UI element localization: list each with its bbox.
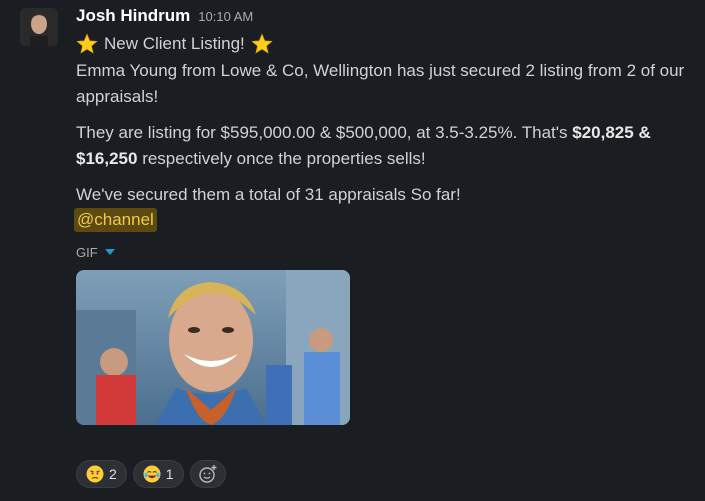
chevron-down-icon [104,249,115,255]
message-line-3: We've secured them a total of 31 apprais… [76,185,461,204]
reaction-count: 2 [109,466,117,482]
avatar[interactable] [20,8,58,46]
line2-suffix: respectively once the properties sells! [142,149,426,168]
reaction-pill[interactable]: 2 [76,460,127,488]
message-line-1: Emma Young from Lowe & Co, Wellington ha… [76,61,685,106]
reaction-count: 1 [165,466,174,482]
channel-mention[interactable]: @channel [74,208,157,232]
add-reaction-button[interactable] [189,460,226,488]
message-title: New Client Listing! [76,30,696,58]
add-emoji-icon [198,465,217,483]
reactions-bar: 2 1 [76,460,226,488]
reaction-pill[interactable]: 1 [132,460,184,488]
message: Josh Hindrum 10:10 AM New Client Listing… [0,0,705,501]
title-text: New Client Listing! [104,34,245,53]
timestamp[interactable]: 10:10 AM [198,9,253,24]
gif-label: GIF [76,244,98,260]
line2-prefix: They are listing for $595,000.00 & $500,… [76,123,568,142]
tears-of-joy-face-icon [143,465,161,483]
star-icon [251,33,273,54]
gif-image[interactable] [76,270,350,425]
author-name[interactable]: Josh Hindrum [76,6,190,26]
disappointed-relieved-face-icon [86,465,104,483]
star-icon [76,33,98,54]
message-line-2: They are listing for $595,000.00 & $500,… [76,120,696,172]
gif-toggle[interactable]: GIF [76,242,696,262]
